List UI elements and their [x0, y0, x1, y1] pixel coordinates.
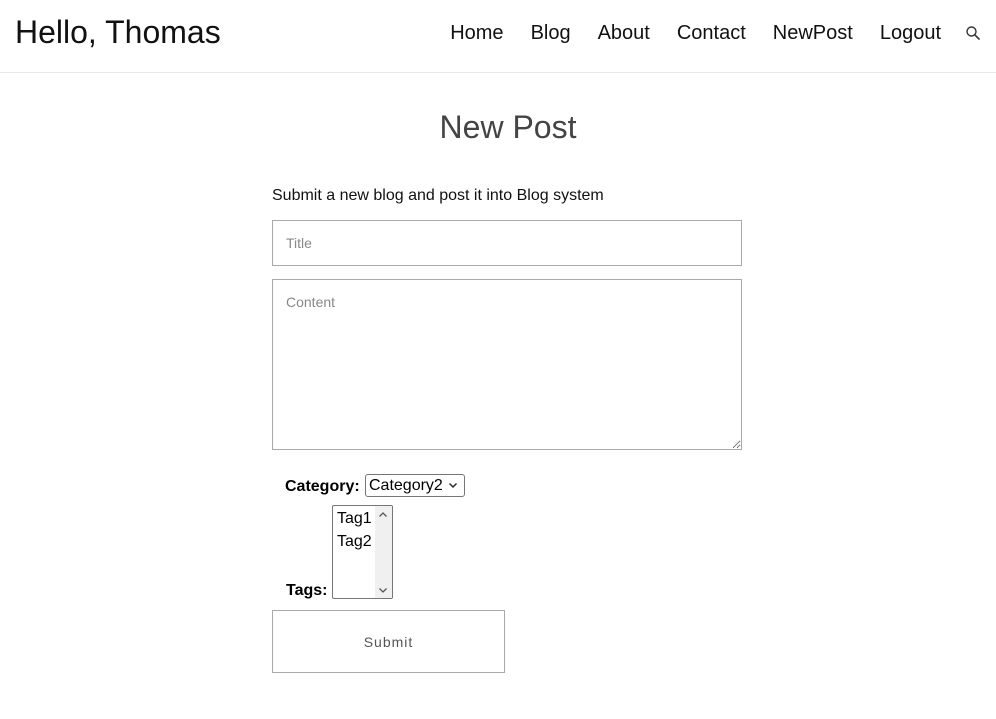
site-header: Hello, Thomas Home Blog About Contact Ne…	[0, 0, 996, 73]
nav-logout[interactable]: Logout	[880, 18, 941, 48]
tags-label: Tags:	[286, 582, 328, 599]
tag-option-1[interactable]: Tag1	[337, 507, 372, 530]
content-textarea[interactable]	[272, 279, 742, 450]
submit-button[interactable]: Submit	[272, 610, 505, 673]
chevron-up-icon[interactable]	[378, 510, 388, 520]
nav-newpost[interactable]: NewPost	[773, 18, 853, 48]
category-select[interactable]: Category2	[365, 474, 465, 497]
tag-option-2[interactable]: Tag2	[337, 530, 372, 553]
nav-blog[interactable]: Blog	[531, 18, 571, 48]
nav-contact[interactable]: Contact	[677, 18, 746, 48]
nav-home[interactable]: Home	[450, 18, 503, 48]
nav-about[interactable]: About	[598, 18, 650, 48]
category-label: Category:	[285, 478, 360, 495]
greeting-title: Hello, Thomas	[15, 14, 221, 50]
main-nav: Home Blog About Contact NewPost Logout	[450, 18, 981, 48]
chevron-down-icon[interactable]	[378, 585, 388, 595]
search-icon[interactable]	[965, 25, 981, 41]
tags-multiselect[interactable]: Tag1 Tag2	[332, 505, 393, 599]
intro-text: Submit a new blog and post it into Blog …	[272, 187, 604, 204]
title-input[interactable]	[272, 220, 742, 266]
category-selected-value: Category2	[369, 476, 443, 494]
tags-scrollbar[interactable]	[375, 506, 392, 598]
chevron-down-icon	[449, 483, 457, 488]
page-title: New Post	[439, 109, 577, 145]
